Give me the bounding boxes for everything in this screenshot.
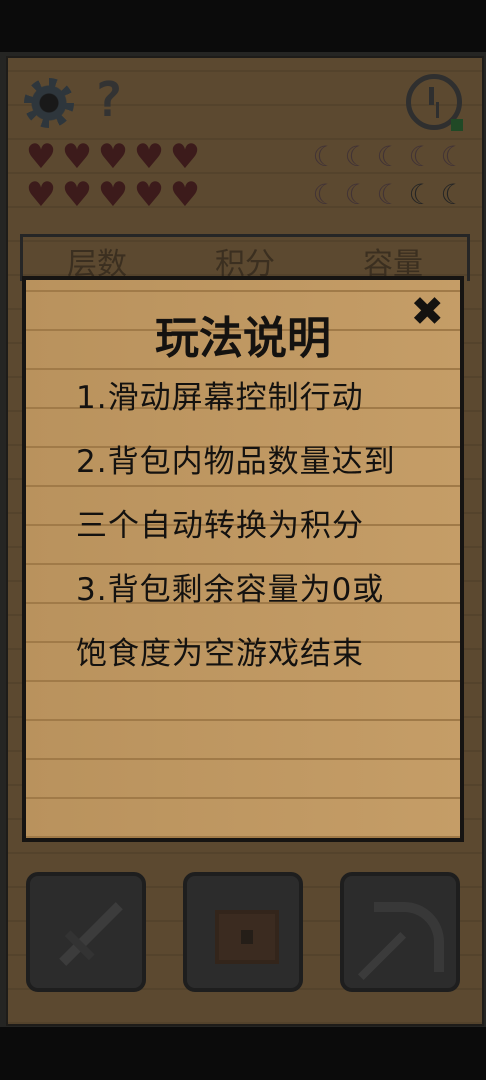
- rules-list: 1.滑动屏幕控制行动 2.背包内物品数量达到三个自动转换为积分 3.背包剩余容量…: [76, 366, 416, 686]
- rule-item: 2.背包内物品数量达到三个自动转换为积分: [76, 444, 396, 544]
- dialog-title: 玩法说明: [155, 313, 331, 364]
- instructions-dialog: 玩法说明 ✖ 1.滑动屏幕控制行动 2.背包内物品数量达到三个自动转换为积分 3…: [22, 276, 464, 842]
- close-icon[interactable]: ✖: [410, 290, 444, 334]
- rule-item: 3.背包剩余容量为0或饱食度为空游戏结束: [76, 572, 385, 672]
- rule-item: 1.滑动屏幕控制行动: [76, 380, 364, 416]
